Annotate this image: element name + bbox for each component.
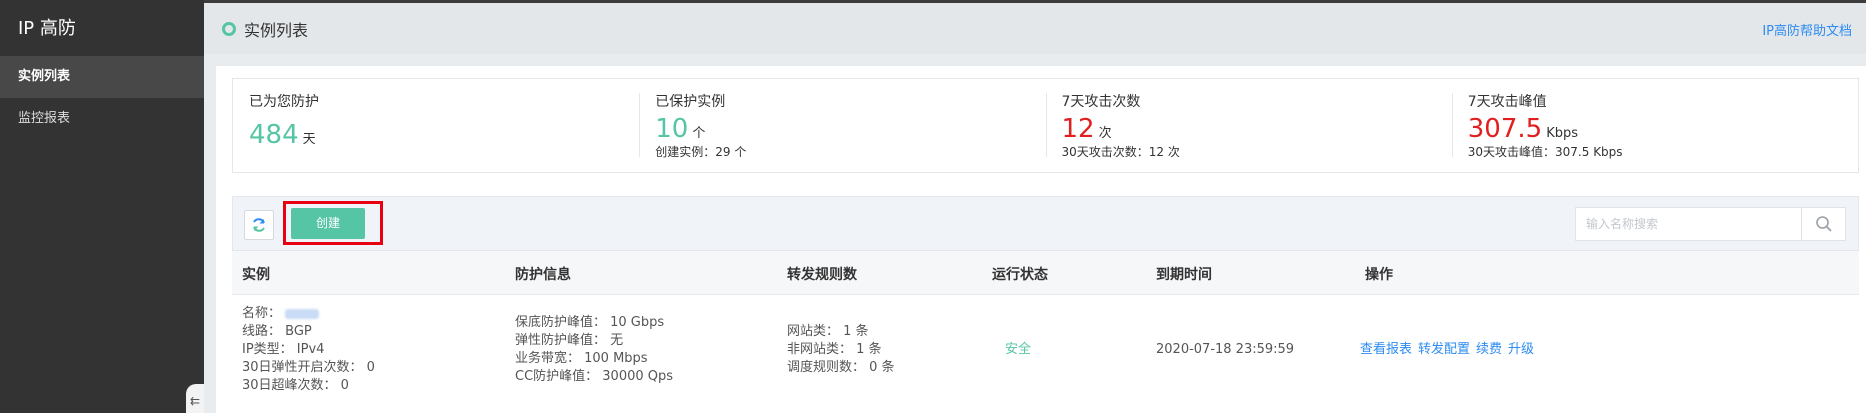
instance-cell: 名称： 线路： BGP IP类型： IPv4 30日弹性开启次数： 0 30日超… [242, 305, 375, 395]
search-button[interactable] [1801, 208, 1845, 240]
collapse-sidebar-icon[interactable]: ⇇ [186, 384, 204, 413]
stat-value: 12 [1061, 114, 1095, 144]
stat-label: 7天攻击次数 [1061, 94, 1141, 110]
column-header-status: 运行状态 [992, 267, 1048, 283]
protection-cell: 保底防护峰值： 10 Gbps 弹性防护峰值： 无 业务带宽： 100 Mbps… [515, 314, 673, 386]
stat-attack-peak: 7天攻击峰值 307.5 Kbps 30天攻击峰值：307.5 Kbps [1451, 79, 1858, 172]
search-input[interactable] [1576, 208, 1801, 240]
stat-label: 7天攻击峰值 [1467, 94, 1547, 110]
sidebar-item-instance-list[interactable]: 实例列表 [0, 56, 204, 98]
expire-time: 2020-07-18 23:59:59 [1156, 342, 1295, 357]
protection-elastic: 弹性防护峰值： 无 [515, 333, 624, 348]
brand-title: IP 高防 [18, 18, 76, 39]
stat-label: 已保护实例 [655, 94, 726, 110]
stat-value: 307.5 [1467, 114, 1543, 144]
renew-link[interactable]: 续费 [1476, 342, 1502, 357]
rules-schedule: 调度规则数： 0 条 [787, 360, 895, 375]
stat-protected-instances: 已保护实例 10 个 创建实例：29 个 [639, 79, 1045, 172]
instance-line: 线路： BGP [242, 324, 312, 339]
forward-config-link[interactable]: 转发配置 [1418, 342, 1470, 357]
refresh-button[interactable] [244, 210, 274, 240]
sidebar-item-monitor-report[interactable]: 监控报表 [0, 98, 204, 140]
sidebar: IP 高防 实例列表 监控报表 [0, 0, 204, 413]
rules-cell: 网站类： 1 条 非网站类： 1 条 调度规则数： 0 条 [787, 323, 895, 377]
stat-unit: 个 [692, 126, 706, 141]
page-header: 实例列表 IP高防帮助文档 [204, 0, 1866, 54]
status-badge: 安全 [1005, 342, 1032, 357]
instance-table: 实例 防护信息 转发规则数 运行状态 到期时间 操作 名称： 线路： BGP I… [232, 251, 1859, 413]
table-header: 实例 防护信息 转发规则数 运行状态 到期时间 操作 [232, 251, 1859, 295]
upgrade-link[interactable]: 升级 [1508, 342, 1534, 357]
stat-unit: 次 [1098, 126, 1112, 141]
main-content: 已为您防护 484 天 已保护实例 10 个 创建实例：29 个 7天攻击次数 … [216, 66, 1866, 413]
page-title-text: 实例列表 [244, 21, 309, 40]
protection-bandwidth: 业务带宽： 100 Mbps [515, 351, 648, 366]
table-row: 名称： 线路： BGP IP类型： IPv4 30日弹性开启次数： 0 30日超… [232, 295, 1859, 413]
column-header-expire: 到期时间 [1156, 267, 1212, 283]
circle-icon [222, 22, 236, 36]
instance-overpeak-count: 30日超峰次数： 0 [242, 378, 349, 393]
instance-name-row: 名称： [242, 305, 375, 323]
stat-label: 已为您防护 [249, 94, 319, 110]
stat-attack-count: 7天攻击次数 12 次 30天攻击次数：12 次 [1045, 79, 1452, 172]
rules-nonsite: 非网站类： 1 条 [787, 342, 882, 357]
view-report-link[interactable]: 查看报表 [1360, 342, 1412, 357]
stat-sub: 创建实例：29 个 [655, 145, 747, 159]
help-doc-link[interactable]: IP高防帮助文档 [1762, 20, 1852, 39]
search-box [1575, 207, 1846, 241]
column-header-rules: 转发规则数 [787, 267, 857, 283]
stats-panel: 已为您防护 484 天 已保护实例 10 个 创建实例：29 个 7天攻击次数 … [232, 78, 1859, 173]
instance-name-label: 名称： [242, 306, 282, 321]
protection-cc: CC防护峰值： 30000 Qps [515, 369, 674, 384]
toolbar: 创建 [232, 196, 1859, 251]
create-button[interactable]: 创建 [291, 208, 365, 239]
stat-sub: 30天攻击次数：12 次 [1061, 145, 1180, 159]
rules-site: 网站类： 1 条 [787, 324, 869, 339]
instance-ip-type: IP类型： IPv4 [242, 342, 325, 357]
actions-cell: 查看报表 转发配置 续费 升级 [1360, 341, 1540, 359]
stat-value: 484 [249, 120, 299, 150]
column-header-protection: 防护信息 [515, 267, 571, 283]
stat-unit: 天 [302, 132, 316, 147]
stat-sub: 30天攻击峰值：307.5 Kbps [1467, 145, 1623, 159]
instance-elastic-count: 30日弹性开启次数： 0 [242, 360, 375, 375]
stat-protected-days: 已为您防护 484 天 [233, 79, 639, 172]
stat-unit: Kbps [1546, 126, 1578, 141]
instance-name-redacted[interactable] [285, 308, 320, 319]
search-icon [1815, 216, 1832, 232]
column-header-instance: 实例 [242, 267, 270, 283]
protection-base: 保底防护峰值： 10 Gbps [515, 315, 665, 330]
refresh-icon [253, 218, 265, 232]
stat-value: 10 [655, 114, 689, 144]
page-title: 实例列表 [222, 17, 308, 41]
column-header-actions: 操作 [1365, 267, 1393, 283]
